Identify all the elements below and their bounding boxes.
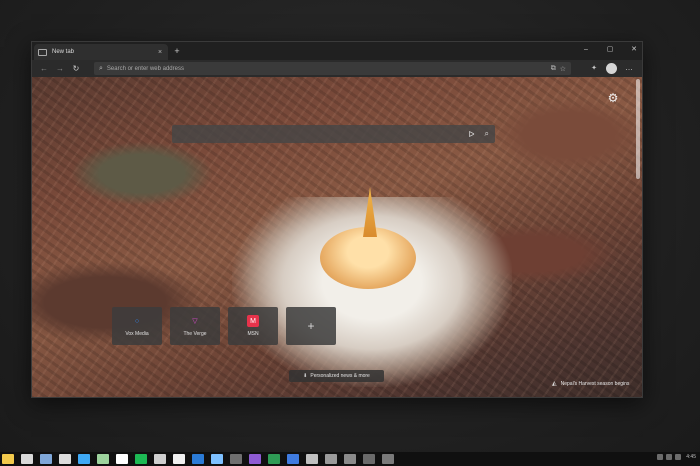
address-placeholder: Search or enter web address <box>106 65 184 72</box>
taskbar-app-icon[interactable] <box>97 454 109 464</box>
new-tab-favicon-icon <box>38 48 47 56</box>
personalized-news-button[interactable]: ⬇ Personalized news & more <box>289 370 384 382</box>
clock[interactable]: 4:45 <box>686 454 696 460</box>
scrollbar[interactable] <box>636 79 640 179</box>
word-icon[interactable] <box>192 454 204 464</box>
new-tab-page: ⚙ ᐅ ⌕ ○ Vox Media ▽ The Verge M MSN + ⬇ … <box>32 77 642 397</box>
vox-media-icon: ○ <box>134 317 140 325</box>
taskbar-app-icon[interactable] <box>325 454 337 464</box>
the-verge-icon: ▽ <box>192 318 198 325</box>
file-explorer-icon[interactable] <box>2 454 14 464</box>
page-settings-gear-icon[interactable]: ⚙ <box>606 91 620 105</box>
address-bar[interactable]: ⌕ Search or enter web address ⧉ ☆ <box>94 62 571 75</box>
quick-link-label: Vox Media <box>125 331 149 337</box>
back-button[interactable]: ← <box>36 64 52 73</box>
new-tab-button[interactable]: + <box>172 45 182 57</box>
quick-link-label: The Verge <box>183 331 207 337</box>
notion-icon[interactable] <box>173 454 185 464</box>
favorite-star-icon[interactable]: ☆ <box>560 65 566 73</box>
refresh-button[interactable]: ↻ <box>68 64 84 73</box>
taskbar-app-icon[interactable] <box>382 454 394 464</box>
quick-link-msn[interactable]: M MSN <box>228 307 278 345</box>
taskbar-app-icon[interactable] <box>211 454 223 464</box>
spotify-icon[interactable] <box>135 454 147 464</box>
system-tray: 4:45 <box>657 454 696 460</box>
network-icon[interactable] <box>657 454 664 460</box>
quick-link-label: MSN <box>247 331 259 337</box>
taskbar-app-icon[interactable] <box>21 454 33 464</box>
msn-icon: M <box>247 315 259 327</box>
add-quick-link-button[interactable]: + <box>286 307 336 345</box>
onenote-icon[interactable] <box>249 454 261 464</box>
excel-icon[interactable] <box>268 454 280 464</box>
news-button-label: Personalized news & more <box>310 373 370 379</box>
bing-icon: ᐅ <box>468 129 475 139</box>
maximize-button[interactable]: ▢ <box>602 44 618 56</box>
image-credit[interactable]: ◭ Nepal's Harvest season begins <box>552 380 630 388</box>
quick-link-vox-media[interactable]: ○ Vox Media <box>112 307 162 345</box>
profile-avatar[interactable] <box>606 63 617 74</box>
quick-link-the-verge[interactable]: ▽ The Verge <box>170 307 220 345</box>
minimize-button[interactable]: – <box>578 44 594 56</box>
tab-new-tab[interactable]: New tab × <box>34 44 168 60</box>
taskbar: 4:45 <box>0 452 700 466</box>
taskbar-app-icon[interactable] <box>363 454 375 464</box>
camera-icon: ◭ <box>552 381 557 387</box>
tab-title: New tab <box>52 49 75 55</box>
outlook-icon[interactable] <box>287 454 299 464</box>
title-bar: New tab × + – ▢ ✕ <box>32 42 642 60</box>
chevron-down-icon: ⬇ <box>303 373 308 379</box>
more-menu-button[interactable]: … <box>625 63 633 73</box>
forward-button[interactable]: → <box>52 64 68 73</box>
volume-icon[interactable] <box>666 454 673 460</box>
image-credit-text: Nepal's Harvest season begins <box>560 380 630 387</box>
browser-toolbar: ← → ↻ ⌕ Search or enter web address ⧉ ☆ … <box>32 60 642 77</box>
taskbar-app-icon[interactable] <box>40 454 52 464</box>
edge-browser-icon[interactable] <box>78 454 90 464</box>
reading-view-icon[interactable]: ⧉ <box>551 65 556 73</box>
taskbar-app-icon[interactable] <box>344 454 356 464</box>
taskbar-app-icon[interactable] <box>154 454 166 464</box>
xbox-icon[interactable] <box>306 454 318 464</box>
taskbar-app-icon[interactable] <box>116 454 128 464</box>
battery-icon[interactable] <box>675 454 682 460</box>
search-box[interactable]: ᐅ ⌕ <box>172 125 495 143</box>
browser-window: New tab × + – ▢ ✕ ← → ↻ ⌕ Search or ente… <box>31 41 643 398</box>
tab-close-icon[interactable]: × <box>156 49 164 56</box>
close-window-button[interactable]: ✕ <box>626 44 642 56</box>
extensions-icon[interactable]: ✦ <box>588 63 600 74</box>
search-icon: ⌕ <box>99 64 103 72</box>
taskbar-app-icon[interactable] <box>59 454 71 464</box>
search-icon[interactable]: ⌕ <box>485 129 489 139</box>
taskbar-app-icon[interactable] <box>230 454 242 464</box>
quick-links: ○ Vox Media ▽ The Verge M MSN + <box>112 307 336 345</box>
